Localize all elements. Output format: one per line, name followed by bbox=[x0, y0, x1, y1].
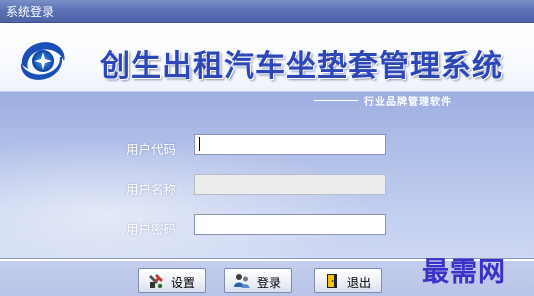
login-button[interactable]: 登录 bbox=[224, 268, 292, 293]
password-label: 用户密码 bbox=[126, 222, 177, 237]
watermark-text: 最需网 bbox=[422, 257, 506, 288]
exit-label: 退出 bbox=[347, 276, 372, 290]
login-user-icon bbox=[234, 274, 250, 288]
title-bar[interactable]: 系统登录 bbox=[0, 0, 534, 23]
brand-subtitle: 行业品牌管理软件 bbox=[364, 97, 452, 108]
swirl-star-logo-icon bbox=[20, 42, 65, 80]
text-caret bbox=[199, 137, 200, 151]
user-name-input bbox=[194, 174, 386, 195]
login-window: 系统登录 创生出租汽车坐垫套管理系统 行业品牌管理软件 用户代码 用户名称 用户… bbox=[0, 0, 534, 296]
settings-tools-icon bbox=[149, 274, 163, 289]
brand-title: 创生出租汽车坐垫套管理系统 bbox=[100, 49, 503, 84]
login-label: 登录 bbox=[257, 276, 282, 290]
brand-header: 创生出租汽车坐垫套管理系统 bbox=[0, 23, 534, 92]
user-code-input[interactable] bbox=[194, 134, 386, 155]
user-code-label: 用户代码 bbox=[126, 142, 177, 157]
settings-button[interactable]: 设置 bbox=[138, 268, 206, 293]
exit-door-icon bbox=[327, 274, 337, 288]
window-title: 系统登录 bbox=[6, 5, 55, 19]
subtitle-divider bbox=[314, 100, 358, 101]
settings-label: 设置 bbox=[171, 276, 196, 290]
password-input[interactable] bbox=[194, 214, 386, 235]
user-name-label: 用户名称 bbox=[126, 182, 177, 197]
exit-button[interactable]: 退出 bbox=[314, 268, 382, 293]
